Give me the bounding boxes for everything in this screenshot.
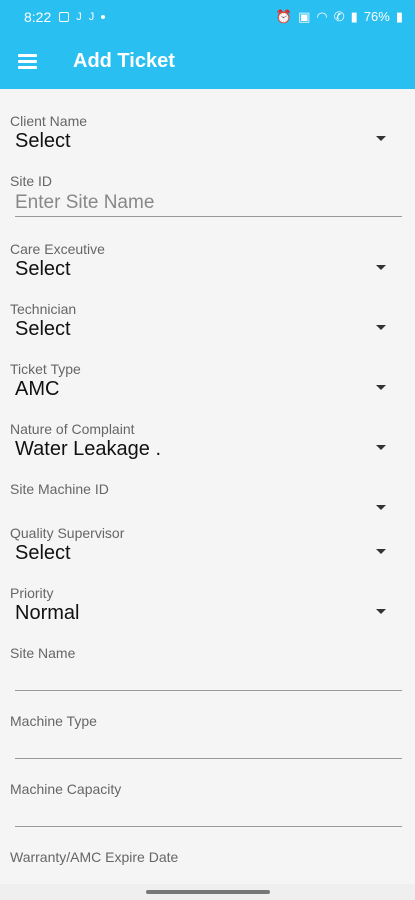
site-name-input[interactable] [15,663,402,691]
dropdown-arrow-icon[interactable] [376,136,386,141]
machine-type-input[interactable] [15,731,402,759]
nfc-icon: ▣ [298,8,311,24]
more-notifications-icon [101,14,106,19]
battery-icon: ▮ [395,8,403,24]
notification-icons: J J [59,10,106,23]
technician-value[interactable]: Select [10,317,402,341]
quality-supervisor-select[interactable]: Quality Supervisor Select [10,525,402,565]
site-id-input[interactable] [15,189,402,217]
machine-capacity-field: Machine Capacity [10,781,402,827]
j-icon: J [76,10,82,23]
site-id-label: Site ID [10,173,53,189]
dropdown-arrow-icon[interactable] [376,505,386,510]
system-icons: ⏰ ▣ ◠ ✆ ▮ 76% ▮ [276,9,403,25]
site-id-field: Site ID [10,173,402,217]
client-name-value[interactable]: Select [10,129,402,153]
dropdown-arrow-icon[interactable] [376,445,386,450]
alarm-icon: ⏰ [275,8,293,24]
hamburger-icon [17,54,37,69]
dropdown-arrow-icon[interactable] [376,325,386,330]
quality-supervisor-value[interactable]: Select [10,541,402,565]
ticket-type-value[interactable]: AMC [10,377,402,401]
page-title: Add Ticket [73,49,175,72]
site-machine-id-select[interactable]: Site Machine ID [10,481,402,521]
add-ticket-form: Client Name Select Site ID Care Exceutiv… [0,89,415,889]
priority-value[interactable]: Normal [10,601,402,625]
dropdown-arrow-icon[interactable] [376,265,386,270]
client-name-select[interactable]: Client Name Select [10,113,402,153]
wifi-icon: ◠ [316,8,328,24]
app-bar: Add Ticket [0,33,415,89]
machine-type-label: Machine Type [10,713,97,729]
machine-capacity-label: Machine Capacity [10,781,122,797]
status-bar: 8:22 J J ⏰ ▣ ◠ ✆ ▮ 76% ▮ [0,0,415,33]
menu-button[interactable] [0,33,54,89]
ticket-type-select[interactable]: Ticket Type AMC [10,361,402,401]
j-icon: J [88,10,95,23]
nature-of-complaint-select[interactable]: Nature of Complaint Water Leakage . [10,421,402,461]
site-machine-id-label: Site Machine ID [10,481,109,497]
signal-icon: ▮ [350,8,358,24]
site-machine-id-value[interactable] [10,497,402,521]
priority-select[interactable]: Priority Normal [10,585,402,625]
dropdown-arrow-icon[interactable] [376,609,386,614]
quality-supervisor-label: Quality Supervisor [10,525,125,541]
nature-of-complaint-value[interactable]: Water Leakage . [10,437,402,461]
battery-level: 76% [363,9,390,24]
priority-label: Priority [10,585,54,601]
site-name-field: Site Name [10,645,402,691]
care-executive-select[interactable]: Care Exceutive Select [10,241,402,281]
ticket-type-label: Ticket Type [10,361,81,377]
technician-select[interactable]: Technician Select [10,301,402,341]
warranty-expire-date-label: Warranty/AMC Expire Date [10,849,179,865]
care-executive-value[interactable]: Select [10,257,402,281]
warranty-expire-date-field[interactable]: Warranty/AMC Expire Date [10,849,402,865]
technician-label: Technician [10,301,77,317]
call-icon: ✆ [333,8,345,24]
nature-of-complaint-label: Nature of Complaint [10,421,135,437]
home-gesture-handle[interactable] [146,890,270,894]
status-time: 8:22 [24,8,52,25]
care-executive-label: Care Exceutive [10,241,105,257]
machine-type-field: Machine Type [10,713,402,759]
dropdown-arrow-icon[interactable] [376,385,386,390]
gallery-icon [59,11,70,22]
site-name-label: Site Name [10,645,76,661]
dropdown-arrow-icon[interactable] [376,549,386,554]
machine-capacity-input[interactable] [15,799,402,827]
client-name-label: Client Name [10,113,88,129]
